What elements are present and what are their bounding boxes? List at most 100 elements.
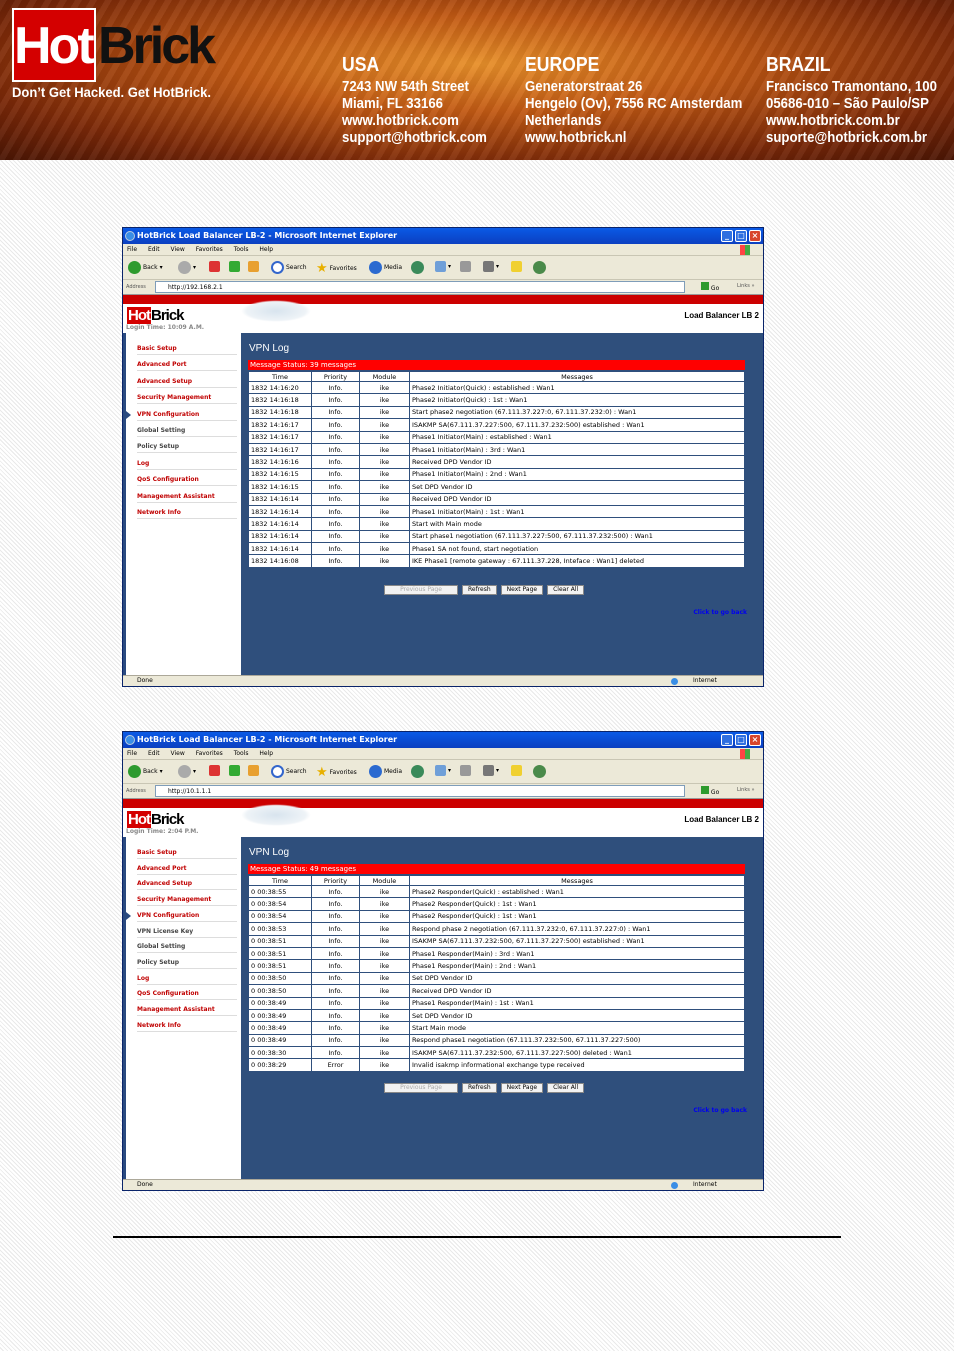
home-button[interactable] <box>248 765 259 776</box>
forward-button[interactable]: ▾ <box>178 261 196 274</box>
mail-button[interactable]: ▾ <box>435 261 451 272</box>
address-input[interactable]: http://10.1.1.1 <box>155 785 685 797</box>
refresh-page-button[interactable]: Refresh <box>462 585 497 595</box>
mail-button[interactable]: ▾ <box>435 765 451 776</box>
home-button[interactable] <box>248 261 259 272</box>
sidebar-item[interactable]: Advanced Setup <box>137 880 237 891</box>
mail-icon <box>435 765 446 776</box>
office-brazil-website[interactable]: www.hotbrick.com.br <box>766 112 937 129</box>
go-back-link[interactable]: Click to go back <box>693 1107 747 1114</box>
sidebar-item[interactable]: Management Assistant <box>137 1006 237 1016</box>
toolbar: Back ▾ ▾ Search ★ Favorites Media ▾ ▾ <box>123 760 763 784</box>
refresh-page-button[interactable]: Refresh <box>462 1083 497 1093</box>
menu-favorites[interactable]: Favorites <box>196 246 223 253</box>
window-titlebar[interactable]: HotBrick Load Balancer LB-2 - Microsoft … <box>123 228 763 244</box>
log-module: ike <box>359 897 410 911</box>
sidebar-item[interactable]: QoS Configuration <box>137 990 237 1001</box>
menu-view[interactable]: View <box>171 246 185 253</box>
office-europe-website[interactable]: www.hotbrick.nl <box>525 129 742 146</box>
clear-all-button[interactable]: Clear All <box>547 585 585 595</box>
sidebar-item[interactable]: Basic Setup <box>137 849 237 859</box>
stop-button[interactable] <box>209 765 220 776</box>
sidebar-item[interactable]: Log <box>137 460 237 470</box>
sidebar-item[interactable]: VPN Configuration <box>137 411 237 421</box>
menu-edit[interactable]: Edit <box>148 750 160 757</box>
window-titlebar[interactable]: HotBrick Load Balancer LB-2 - Microsoft … <box>123 732 763 748</box>
log-row: 0 00:38:50 Info. ike Set DPD Vendor ID <box>248 971 745 986</box>
sidebar-item[interactable]: Network Info <box>137 509 237 519</box>
history-button[interactable] <box>411 765 424 778</box>
minimize-button[interactable]: _ <box>721 734 733 746</box>
menu-tools[interactable]: Tools <box>234 246 249 253</box>
print-button[interactable] <box>460 765 471 776</box>
sidebar-item[interactable]: QoS Configuration <box>137 476 237 487</box>
sidebar-item[interactable]: Log <box>137 975 237 985</box>
forward-button[interactable]: ▾ <box>178 765 196 778</box>
sidebar-item[interactable]: VPN License Key <box>137 928 237 938</box>
print-button[interactable] <box>460 261 471 272</box>
refresh-button[interactable] <box>229 765 240 776</box>
close-button[interactable]: × <box>749 230 761 242</box>
back-button[interactable]: Back ▾ <box>128 765 163 778</box>
log-priority: Info. <box>311 897 360 911</box>
menu-help[interactable]: Help <box>259 246 273 253</box>
sidebar-item[interactable]: Advanced Port <box>137 361 237 372</box>
discuss-button[interactable] <box>511 261 522 272</box>
go-button[interactable]: Go <box>701 786 719 796</box>
office-usa-email[interactable]: support@hotbrick.com <box>342 129 487 146</box>
menu-help[interactable]: Help <box>259 750 273 757</box>
history-button[interactable] <box>411 261 424 274</box>
sidebar-item[interactable]: Policy Setup <box>137 443 237 454</box>
edit-button[interactable]: ▾ <box>483 261 499 272</box>
back-button[interactable]: Back ▾ <box>128 261 163 274</box>
go-button[interactable]: Go <box>701 282 719 292</box>
next-page-button[interactable]: Next Page <box>500 585 544 595</box>
menu-favorites[interactable]: Favorites <box>196 750 223 757</box>
messenger-button[interactable] <box>533 261 546 274</box>
sidebar-item[interactable]: VPN Configuration <box>137 912 237 922</box>
media-button[interactable]: Media <box>369 261 402 274</box>
sidebar-item[interactable]: Management Assistant <box>137 493 237 503</box>
search-button[interactable]: Search <box>271 261 307 274</box>
previous-page-button[interactable]: Previous Page <box>384 1083 458 1093</box>
maximize-button[interactable]: □ <box>735 734 747 746</box>
favorites-button[interactable]: ★ Favorites <box>316 261 357 276</box>
links-button[interactable]: Links » <box>737 787 755 793</box>
sidebar-item[interactable]: Global Setting <box>137 427 237 437</box>
sidebar-item[interactable]: Network Info <box>137 1022 237 1032</box>
links-button[interactable]: Links » <box>737 283 755 289</box>
menu-file[interactable]: File <box>127 246 137 253</box>
sidebar-item[interactable]: Security Management <box>137 896 237 907</box>
previous-page-button[interactable]: Previous Page <box>384 585 458 595</box>
minimize-button[interactable]: _ <box>721 230 733 242</box>
message-status: Message Status: 39 messages <box>248 360 745 370</box>
media-button[interactable]: Media <box>369 765 402 778</box>
close-button[interactable]: × <box>749 734 761 746</box>
next-page-button[interactable]: Next Page <box>500 1083 544 1093</box>
refresh-button[interactable] <box>229 261 240 272</box>
search-button[interactable]: Search <box>271 765 307 778</box>
office-usa-website[interactable]: www.hotbrick.com <box>342 112 487 129</box>
maximize-button[interactable]: □ <box>735 230 747 242</box>
office-brazil-email[interactable]: suporte@hotbrick.com.br <box>766 129 937 146</box>
sidebar-item[interactable]: Advanced Port <box>137 865 237 875</box>
sidebar-item[interactable]: Advanced Setup <box>137 378 237 388</box>
stop-button[interactable] <box>209 261 220 272</box>
edit-button[interactable]: ▾ <box>483 765 499 776</box>
sidebar-item[interactable]: Global Setting <box>137 943 237 954</box>
menu-tools[interactable]: Tools <box>234 750 249 757</box>
messenger-button[interactable] <box>533 765 546 778</box>
address-input[interactable]: http://192.168.2.1 <box>155 281 685 293</box>
clear-all-button[interactable]: Clear All <box>547 1083 585 1093</box>
sidebar-item[interactable]: Policy Setup <box>137 959 237 969</box>
discuss-button[interactable] <box>511 765 522 776</box>
menu-edit[interactable]: Edit <box>148 246 160 253</box>
menu-file[interactable]: File <box>127 750 137 757</box>
sidebar-item[interactable]: Basic Setup <box>137 345 237 355</box>
go-back-link[interactable]: Click to go back <box>693 609 747 616</box>
menu-view[interactable]: View <box>171 750 185 757</box>
log-row: 0 00:38:30 Info. ike ISAKMP SA(67.111.37.23… <box>248 1046 745 1060</box>
log-module: ike <box>359 430 410 444</box>
favorites-button[interactable]: ★ Favorites <box>316 765 357 780</box>
sidebar-item[interactable]: Security Management <box>137 394 237 405</box>
